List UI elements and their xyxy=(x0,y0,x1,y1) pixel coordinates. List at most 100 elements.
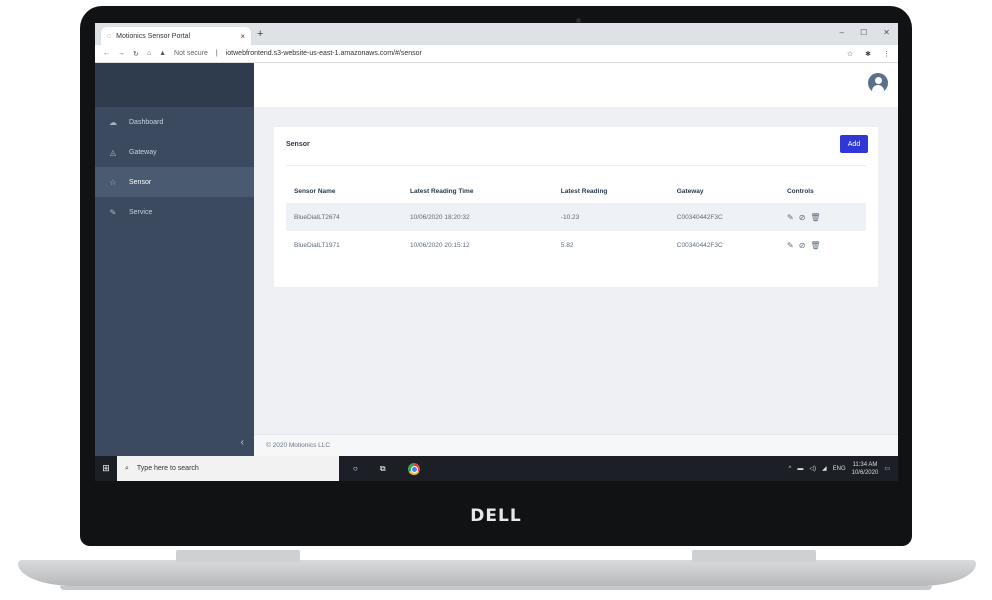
sidebar-item-service[interactable]: ✎ Service xyxy=(95,197,254,227)
clock-date: 10/6/2020 xyxy=(851,469,879,476)
minimize-button[interactable]: – xyxy=(840,28,844,37)
cell-sensor-name: BlueDialLT2674 xyxy=(286,203,402,231)
cell-gateway: C00340442F3C xyxy=(668,203,779,231)
column-header-controls: Controls xyxy=(786,187,814,195)
column-header-gateway[interactable]: Gateway xyxy=(669,179,779,203)
cell-latest-reading: 5.82 xyxy=(560,241,574,249)
window-controls: – ☐ ✕ xyxy=(840,28,890,37)
star-icon: ☆ xyxy=(109,177,117,187)
screen: ◌ Motionics Sensor Portal × + – ☐ ✕ ← → … xyxy=(95,23,898,481)
avatar[interactable] xyxy=(868,73,888,93)
battery-icon[interactable]: ▬ xyxy=(797,466,803,472)
network-icon[interactable]: ◢ xyxy=(822,465,827,472)
warning-icon: ▲ xyxy=(159,50,167,57)
globe-icon: ◌ xyxy=(107,32,112,40)
back-icon[interactable]: ← xyxy=(103,50,110,57)
url-separator: | xyxy=(215,50,218,57)
search-placeholder: Type here to search xyxy=(136,465,199,472)
browser-tab-bar: ◌ Motionics Sensor Portal × + – ☐ ✕ xyxy=(95,23,898,45)
laptop-base xyxy=(18,560,976,586)
add-sensor-button[interactable]: Add xyxy=(840,135,868,153)
disable-icon[interactable]: ⊘ xyxy=(799,213,806,222)
chrome-icon[interactable] xyxy=(407,462,420,475)
sensor-card: Sensor Add Sensor Name Latest Reading Ti… xyxy=(274,127,878,287)
address-bar: ← → ↻ ⌂ ▲ Not secure | iotwebfrontend.s3… xyxy=(95,45,898,63)
sidebar-item-gateway[interactable]: ◬ Gateway xyxy=(95,137,254,167)
tray-chevron-icon[interactable]: ^ xyxy=(789,466,792,472)
taskbar-search-input[interactable]: ⌕ Type here to search xyxy=(117,456,339,481)
user-icon-head xyxy=(875,77,882,84)
top-bar xyxy=(254,63,898,107)
clock[interactable]: 11:34 AM 10/6/2020 xyxy=(852,461,879,477)
cell-controls: ✎ ⊘ 🗑 xyxy=(778,203,866,231)
laptop-photo: DELL ◌ Motionics Sensor Portal × + – ☐ ✕… xyxy=(0,0,992,600)
taskbar: ⊞ ⌕ Type here to search ○ ⧉ ^ ▬ ◁) ◢ ENG… xyxy=(95,456,898,481)
pencil-icon: ✎ xyxy=(109,207,117,217)
trash-icon[interactable]: 🗑 xyxy=(810,213,820,222)
url-field[interactable]: iotwebfrontend.s3-website-us-east-1.amaz… xyxy=(226,50,422,57)
column-header-sensor-name[interactable]: Sensor Name xyxy=(286,179,402,203)
gateway-icon: ◬ xyxy=(109,147,117,157)
dashboard-icon: ☁ xyxy=(109,117,117,127)
disable-icon[interactable]: ⊘ xyxy=(799,241,806,250)
table-row[interactable]: BlueDialLT1971 10/06/2020 20:15:12 5.82 … xyxy=(286,231,866,259)
sidebar-item-label: Service xyxy=(129,208,153,216)
cell-reading-time: 10/06/2020 20:15:12 xyxy=(410,241,470,249)
clock-time: 11:34 AM xyxy=(852,461,878,468)
home-icon[interactable]: ⌂ xyxy=(147,50,151,57)
column-header-latest-reading[interactable]: Latest Reading xyxy=(553,179,669,203)
close-window-button[interactable]: ✕ xyxy=(883,28,890,37)
trash-icon[interactable]: 🗑 xyxy=(810,241,820,250)
cell-controls: ✎ ⊘ 🗑 xyxy=(779,231,866,259)
column-header-latest-reading-time[interactable]: Latest Reading Time xyxy=(402,179,553,203)
notification-icon[interactable]: ▭ xyxy=(884,465,890,472)
system-tray: ^ ▬ ◁) ◢ ENG 11:34 AM 10/6/2020 ▭ xyxy=(789,461,898,477)
card-divider xyxy=(286,165,866,166)
new-tab-button[interactable]: + xyxy=(257,28,263,40)
collapse-sidebar-icon[interactable]: ‹ xyxy=(241,437,244,448)
cell-reading-time: 10/06/2020 18:20:32 xyxy=(402,203,553,231)
footer: © 2020 Motionics LLC xyxy=(254,434,898,456)
card-title: Sensor xyxy=(286,141,310,148)
brand-logo: DELL xyxy=(470,506,522,526)
language-indicator[interactable]: ENG xyxy=(833,466,846,472)
cortana-icon[interactable]: ○ xyxy=(353,464,358,473)
sidebar-item-label: Dashboard xyxy=(129,118,164,126)
sidebar-header xyxy=(95,63,254,107)
sidebar-item-dashboard[interactable]: ☁ Dashboard xyxy=(95,107,254,137)
edit-icon[interactable]: ✎ xyxy=(787,213,794,222)
laptop-base-edge xyxy=(60,586,932,590)
browser-menu-icon[interactable]: ⋮ xyxy=(883,50,890,58)
table-row[interactable]: BlueDialLT2674 10/06/2020 18:20:32 -10.2… xyxy=(286,203,866,231)
tab-title: Motionics Sensor Portal xyxy=(116,32,191,40)
reload-icon[interactable]: ↻ xyxy=(133,50,139,58)
browser-tab[interactable]: ◌ Motionics Sensor Portal × xyxy=(101,27,251,45)
address-bar-actions: ☆ ✱ ⋮ xyxy=(847,50,890,58)
copyright-text: © 2020 Motionics LLC xyxy=(266,442,331,449)
edit-icon[interactable]: ✎ xyxy=(787,241,794,250)
close-tab-icon[interactable]: × xyxy=(240,32,245,41)
user-icon-body xyxy=(872,85,884,93)
hinge-right xyxy=(692,550,816,562)
task-view-icon[interactable]: ⧉ xyxy=(380,464,386,474)
bookmark-star-icon[interactable]: ☆ xyxy=(847,50,853,58)
search-icon: ⌕ xyxy=(125,464,129,472)
app-container: ☁ Dashboard ◬ Gateway ☆ Sensor ✎ Service… xyxy=(95,63,898,456)
sidebar-item-label: Sensor xyxy=(129,178,152,186)
windows-start-icon[interactable]: ⊞ xyxy=(95,463,117,474)
volume-icon[interactable]: ◁) xyxy=(809,465,816,472)
cell-sensor-name: BlueDialLT1971 xyxy=(294,241,340,249)
sidebar-item-label: Gateway xyxy=(129,148,157,156)
cell-latest-reading: -10.23 xyxy=(552,203,669,231)
maximize-button[interactable]: ☐ xyxy=(860,28,867,37)
extension-icon[interactable]: ✱ xyxy=(865,50,871,58)
main-content: Sensor Add Sensor Name Latest Reading Ti… xyxy=(254,63,898,456)
hinge-left xyxy=(176,550,300,562)
cell-gateway: C00340442F3C xyxy=(676,241,723,249)
sidebar-item-sensor[interactable]: ☆ Sensor xyxy=(95,167,254,197)
table-header-row: Sensor Name Latest Reading Time Latest R… xyxy=(286,179,866,203)
sensor-table: Sensor Name Latest Reading Time Latest R… xyxy=(286,179,866,259)
forward-icon[interactable]: → xyxy=(118,50,125,57)
sidebar: ☁ Dashboard ◬ Gateway ☆ Sensor ✎ Service… xyxy=(95,63,254,456)
security-label[interactable]: Not secure xyxy=(174,50,208,57)
